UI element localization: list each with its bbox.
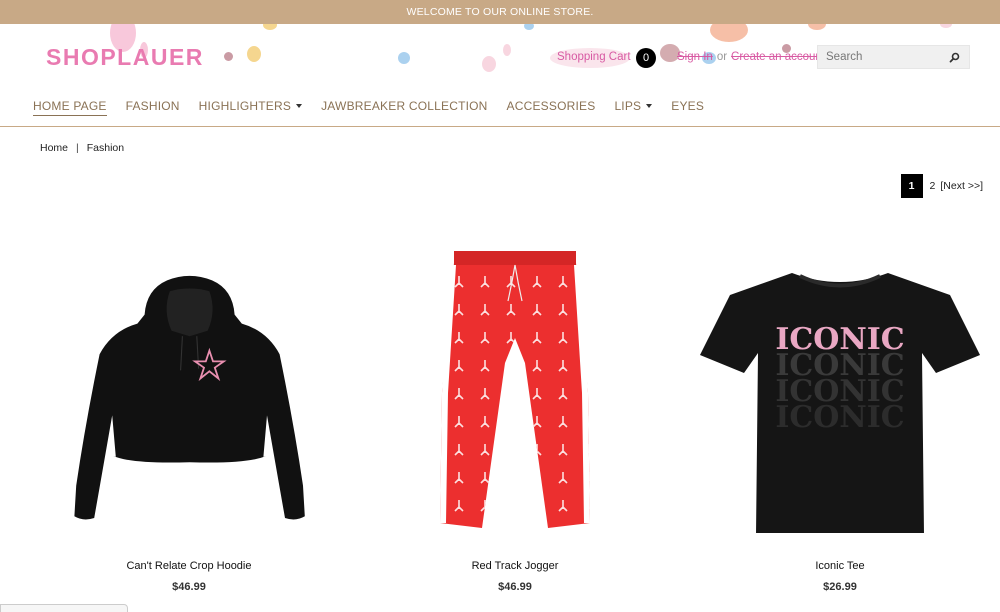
product-name[interactable]: Can't Relate Crop Hoodie: [44, 560, 334, 572]
pagination: 1 2 [Next >>]: [900, 174, 988, 198]
product-card[interactable]: Can't Relate Crop Hoodie $46.99: [44, 228, 334, 593]
shopping-cart-link[interactable]: Shopping Cart: [557, 51, 631, 63]
sign-in-link[interactable]: Sign In: [677, 51, 713, 63]
product-price: $46.99: [172, 581, 206, 593]
breadcrumb: Home | Fashion: [40, 142, 124, 154]
tee-graphic-text: ICONIC: [775, 400, 904, 435]
page-current: 1: [900, 174, 923, 198]
breadcrumb-separator: |: [76, 142, 79, 154]
decor-splash: [398, 52, 410, 64]
breadcrumb-home-link[interactable]: Home: [40, 142, 68, 154]
site-header: SHOPLAUER Shopping Cart 0 Sign In or Creat…: [0, 24, 1000, 86]
decor-splash: [263, 24, 277, 30]
product-card[interactable]: Red Track Jogger $46.99: [370, 228, 660, 593]
nav-label: JAWBREAKER COLLECTION: [321, 99, 488, 113]
caret-down-icon: [646, 104, 653, 108]
search-bar: [817, 45, 970, 69]
product-name[interactable]: Iconic Tee: [695, 560, 985, 572]
nav-label: LIPS: [614, 99, 642, 113]
next-page-link[interactable]: [Next >>]: [940, 180, 983, 192]
nav-label: HOME PAGE: [33, 98, 107, 113]
product-image[interactable]: [370, 228, 660, 548]
product-price: $26.99: [823, 581, 857, 593]
product-price: $46.99: [498, 581, 532, 593]
black-iconic-tee-image: ICONIC ICONIC ICONIC ICONIC: [700, 273, 980, 533]
decor-splash: [940, 24, 952, 28]
search-button[interactable]: [943, 46, 965, 68]
product-name[interactable]: Red Track Jogger: [370, 560, 660, 572]
decor-splash: [524, 24, 534, 30]
nav-label: HIGHLIGHTERS: [198, 99, 292, 113]
announcement-text: WELCOME TO OUR ONLINE STORE.: [406, 6, 594, 18]
store-logo[interactable]: SHOPLAUER: [46, 44, 204, 71]
black-crop-hoodie-image: [74, 275, 305, 520]
nav-item-eyes[interactable]: EYES: [671, 99, 704, 113]
nav-label: FASHION: [125, 99, 180, 113]
decor-splash: [224, 52, 233, 61]
search-input[interactable]: [818, 46, 943, 68]
product-card[interactable]: ICONIC ICONIC ICONIC ICONIC Iconic Tee $…: [695, 228, 985, 593]
breadcrumb-current: Fashion: [86, 142, 125, 154]
nav-item-lips[interactable]: LIPS: [614, 99, 653, 113]
decor-splash: [503, 44, 511, 56]
main-navigation: HOME PAGE FASHION HIGHLIGHTERS JAWBREAKE…: [0, 86, 1000, 127]
product-image[interactable]: [44, 228, 334, 548]
caret-down-icon: [296, 104, 303, 108]
nav-item-fashion[interactable]: FASHION: [126, 99, 180, 113]
magnifier-icon: [949, 52, 959, 63]
nav-item-accessories[interactable]: ACCESSORIES: [507, 99, 596, 113]
nav-item-home-page[interactable]: HOME PAGE: [33, 99, 107, 116]
nav-label: EYES: [671, 99, 705, 113]
announcement-bar: WELCOME TO OUR ONLINE STORE.: [0, 0, 1000, 24]
create-account-link[interactable]: Create an account: [731, 51, 825, 63]
or-text: or: [716, 51, 728, 63]
decor-splash: [247, 46, 261, 62]
cart-count-badge[interactable]: 0: [636, 48, 656, 68]
nav-label: ACCESSORIES: [506, 99, 596, 113]
decor-splash: [808, 24, 826, 30]
page-2-link[interactable]: 2: [930, 180, 936, 192]
decor-splash: [710, 24, 748, 42]
status-tooltip: [0, 604, 128, 612]
red-track-jogger-image: [440, 251, 590, 528]
product-image[interactable]: ICONIC ICONIC ICONIC ICONIC: [695, 228, 985, 548]
account-links: Sign In or Create an account: [677, 51, 825, 63]
decor-splash: [482, 56, 496, 72]
nav-item-highlighters[interactable]: HIGHLIGHTERS: [198, 99, 303, 113]
nav-item-jawbreaker-collection[interactable]: JAWBREAKER COLLECTION: [321, 99, 487, 113]
